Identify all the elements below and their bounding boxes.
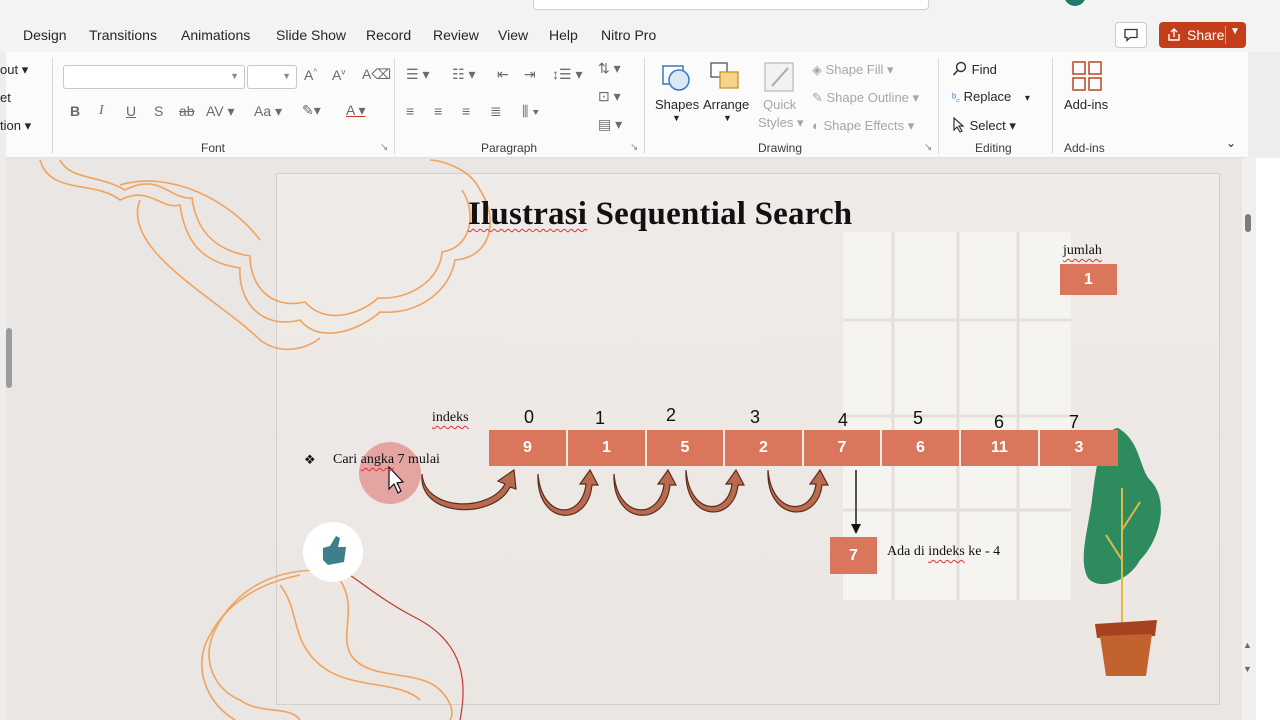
index-number[interactable]: 5 xyxy=(913,408,923,429)
indeks-label[interactable]: indeks xyxy=(432,410,469,426)
slide-graphics xyxy=(39,159,1161,720)
array-cell[interactable]: 2 xyxy=(725,430,804,466)
index-number[interactable]: 3 xyxy=(750,407,760,428)
index-number[interactable]: 4 xyxy=(838,410,848,431)
result-text[interactable]: Ada di indeks ke - 4 xyxy=(887,544,1000,560)
powerpoint-window: Design Transitions Animations Slide Show… xyxy=(0,0,1280,720)
index-number[interactable]: 1 xyxy=(595,408,605,429)
array-cell[interactable]: 11 xyxy=(961,430,1040,466)
search-arrows xyxy=(421,468,829,516)
result-word: Ada di xyxy=(887,544,925,559)
result-rest: ke - 4 xyxy=(968,544,1001,559)
instruction-word-angka: angka xyxy=(360,452,395,467)
result-word-indeks: indeks xyxy=(928,544,965,559)
jumlah-box[interactable]: 1 xyxy=(1060,264,1117,295)
array-cell[interactable]: 1 xyxy=(568,430,647,466)
array-cell[interactable]: 3 xyxy=(1040,430,1118,466)
index-number[interactable]: 0 xyxy=(524,407,534,428)
slide-title[interactable]: Ilustrasi Sequential Search xyxy=(468,196,852,233)
array-cell[interactable]: 9 xyxy=(489,430,568,466)
doodle-top xyxy=(39,159,491,351)
array-cell[interactable]: 5 xyxy=(647,430,725,466)
instruction-word: Cari xyxy=(333,452,358,467)
bullet-icon: ❖ xyxy=(304,452,316,467)
arrow-head-icon xyxy=(851,524,861,534)
array-cell[interactable]: 7 xyxy=(804,430,882,466)
doodle-bottom xyxy=(201,569,453,720)
search-instruction[interactable]: Cari angka 7 mulai xyxy=(333,452,440,468)
doodle-red-line xyxy=(329,561,464,720)
instruction-rest: 7 mulai xyxy=(397,452,440,467)
array-cell[interactable]: 6 xyxy=(882,430,961,466)
result-box[interactable]: 7 xyxy=(830,537,877,574)
title-word-ilustrasi: Ilustrasi xyxy=(468,196,588,232)
index-number[interactable]: 2 xyxy=(666,405,676,426)
jumlah-label[interactable]: jumlah xyxy=(1063,243,1102,259)
title-rest: Sequential Search xyxy=(595,196,853,232)
